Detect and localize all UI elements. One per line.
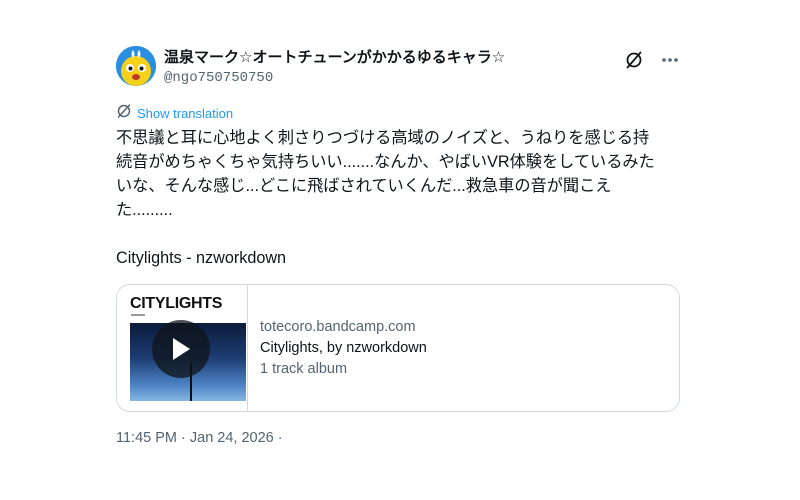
tweet: 温泉マーク☆オートチューンがかかるゆるキャラ☆ @ngo750750750 Sh… [116,46,686,446]
grok-icon[interactable] [624,50,644,70]
post-text: 不思議と耳に心地よく刺さりつづける高域のノイズと、うねりを感じる持 続音がめちゃ… [116,129,655,267]
card-thumbnail[interactable]: CITYLIGHTS [117,285,248,411]
tweet-header: 温泉マーク☆オートチューンがかかるゆるキャラ☆ @ngo750750750 [116,46,686,92]
link-card[interactable]: CITYLIGHTS totecoro.bandcamp.com Citylig… [116,284,680,412]
author-info: 温泉マーク☆オートチューンがかかるゆるキャラ☆ @ngo750750750 [164,48,505,88]
show-translation-link[interactable]: Show translation [137,106,233,121]
post-timestamp[interactable]: 11:45 PM · Jan 24, 2026 · [116,430,686,446]
author-handle[interactable]: @ngo750750750 [164,68,505,88]
avatar[interactable] [116,46,156,86]
album-cover-title: CITYLIGHTS [130,295,223,312]
header-actions [624,50,680,70]
card-info: totecoro.bandcamp.com Citylights, by nzw… [248,285,427,411]
play-icon [173,338,190,360]
translation-row: Show translation [116,103,686,124]
more-icon[interactable] [660,50,680,70]
avatar-image [116,46,156,86]
card-description: 1 track album [260,361,348,377]
author-display-name[interactable]: 温泉マーク☆オートチューンがかかるゆるキャラ☆ [164,48,505,68]
translate-icon [116,103,132,124]
album-cover-mark [131,314,145,316]
card-title: Citylights, by nzworkdown [260,340,427,356]
card-domain: totecoro.bandcamp.com [260,319,416,335]
play-button[interactable] [152,320,210,378]
